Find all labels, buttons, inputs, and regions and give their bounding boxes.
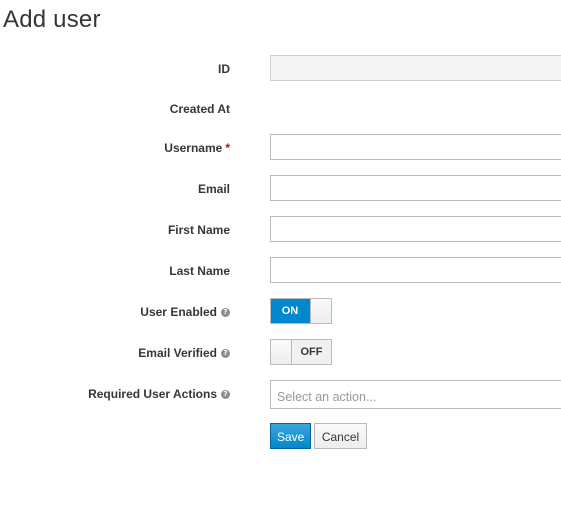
email-label-text: Email: [197, 182, 230, 196]
first-name-label-text: First Name: [167, 223, 230, 237]
id-field: [270, 55, 561, 81]
question-circle-icon[interactable]: ?: [221, 307, 230, 317]
required-actions-label: Required User Actions ?: [88, 380, 230, 408]
question-circle-icon[interactable]: ?: [221, 348, 230, 358]
username-label-text: Username: [164, 141, 223, 155]
page-title: Add user: [3, 6, 101, 33]
toggle-off-label: OFF: [292, 340, 331, 364]
first-name-label: First Name: [168, 216, 230, 244]
email-verified-label: Email Verified ?: [138, 339, 230, 367]
form-row-email: Email: [0, 175, 561, 203]
toggle-on-label: ON: [271, 299, 310, 323]
form-row-created-at: Created At: [0, 95, 561, 123]
required-indicator: *: [225, 141, 230, 155]
required-actions-placeholder: Select an action...: [277, 390, 377, 404]
id-label-text: ID: [218, 62, 230, 76]
first-name-input[interactable]: [270, 216, 561, 242]
username-label: Username *: [164, 134, 230, 162]
created-at-label: Created At: [170, 95, 230, 123]
question-circle-icon[interactable]: ?: [221, 389, 230, 399]
form-row-id: ID: [0, 55, 561, 83]
form-row-required-actions: Required User Actions ? Select an action…: [0, 380, 561, 409]
form-row-email-verified: Email Verified ? OFF: [0, 339, 561, 367]
email-verified-toggle[interactable]: OFF: [270, 339, 332, 365]
username-input[interactable]: [270, 134, 561, 160]
form-actions: Save Cancel: [0, 423, 561, 451]
cancel-button[interactable]: Cancel: [314, 423, 367, 449]
toggle-handle[interactable]: [271, 340, 292, 364]
last-name-label-text: Last Name: [169, 264, 230, 278]
id-label: ID: [218, 55, 230, 83]
form-row-user-enabled: User Enabled ? ON: [0, 298, 561, 326]
last-name-label: Last Name: [169, 257, 230, 285]
toggle-handle[interactable]: [310, 299, 331, 323]
email-label: Email: [198, 175, 230, 203]
last-name-input[interactable]: [270, 257, 561, 283]
form-row-last-name: Last Name: [0, 257, 561, 285]
email-verified-label-text: Email Verified: [138, 346, 217, 360]
save-button[interactable]: Save: [270, 423, 311, 449]
form-row-username: Username *: [0, 134, 561, 162]
email-input[interactable]: [270, 175, 561, 201]
form-row-first-name: First Name: [0, 216, 561, 244]
required-actions-label-text: Required User Actions: [88, 387, 217, 401]
user-enabled-label: User Enabled ?: [140, 298, 230, 326]
user-enabled-label-text: User Enabled: [140, 305, 217, 319]
required-actions-select[interactable]: Select an action...: [270, 380, 561, 409]
created-at-label-text: Created At: [169, 102, 230, 116]
user-enabled-toggle[interactable]: ON: [270, 298, 332, 324]
